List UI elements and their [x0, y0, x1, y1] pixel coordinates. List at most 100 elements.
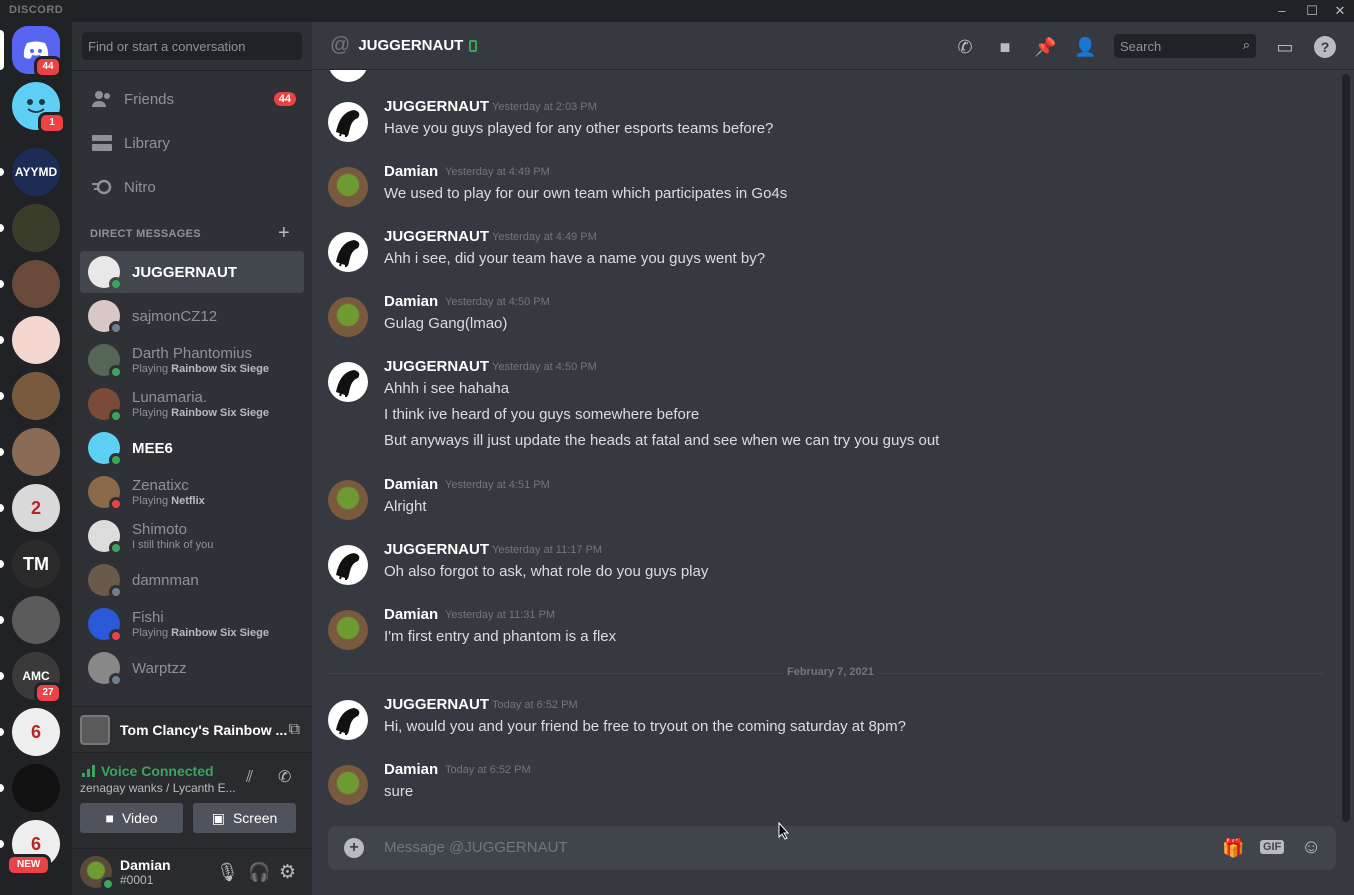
- juggernaut-avatar[interactable]: [328, 362, 368, 402]
- gift-icon[interactable]: 🎁: [1222, 838, 1244, 859]
- juggernaut-avatar[interactable]: [328, 545, 368, 585]
- status-indicator: [109, 365, 123, 379]
- close-button[interactable]: ✕: [1328, 2, 1352, 20]
- microphone-icon[interactable]: 🎙: [216, 862, 239, 883]
- server-unread-pill: [0, 504, 4, 512]
- dm-item[interactable]: Zenatixc Playing Netflix: [80, 471, 304, 513]
- damian-avatar[interactable]: [328, 610, 368, 650]
- dm-avatar: [88, 520, 123, 555]
- minimize-button[interactable]: –: [1270, 2, 1294, 20]
- message-author[interactable]: JUGGERNAUT: [384, 696, 489, 713]
- nav-friends-label: Friends: [124, 90, 175, 108]
- dm-item[interactable]: JUGGERNAUT: [80, 251, 304, 293]
- user-avatar[interactable]: [80, 856, 115, 891]
- search-input[interactable]: Search ⌕: [1114, 34, 1256, 58]
- server-icon-server-8[interactable]: [12, 428, 60, 476]
- dm-item[interactable]: damnman: [80, 559, 304, 601]
- dm-item[interactable]: Lunamaria. Playing Rainbow Six Siege: [80, 383, 304, 425]
- nav-nitro[interactable]: Nitro: [80, 166, 304, 208]
- server-icon-server-7[interactable]: [12, 372, 60, 420]
- server-icon-server-11[interactable]: [12, 596, 60, 644]
- message-author[interactable]: Damian: [384, 761, 438, 778]
- message-author[interactable]: JUGGERNAUT: [384, 541, 489, 558]
- dm-item[interactable]: Fishi Playing Rainbow Six Siege: [80, 603, 304, 645]
- juggernaut-avatar[interactable]: [328, 232, 368, 272]
- server-icon-ayymd[interactable]: AYYMD: [12, 148, 60, 196]
- voice-call-icon[interactable]: ✆: [954, 36, 976, 58]
- server-rail: 44 1 AYYMD 2 TM AMC 27 6 6 NEW: [0, 22, 72, 895]
- settings-gear-icon[interactable]: ⚙: [279, 861, 296, 884]
- create-dm-button[interactable]: +: [278, 222, 290, 245]
- damian-avatar[interactable]: [328, 297, 368, 337]
- message-timestamp: Today at 6:52 PM: [445, 764, 531, 776]
- message-timestamp: Yesterday at 11:31 PM: [445, 609, 556, 621]
- server-unread-pill: [0, 616, 4, 624]
- message-author[interactable]: Damian: [384, 606, 438, 623]
- screen-share-button[interactable]: ▣ Screen: [193, 803, 296, 833]
- status-indicator: [109, 541, 123, 555]
- server-icon-server-9[interactable]: 2: [12, 484, 60, 532]
- user-status: [101, 877, 115, 891]
- server-icon-server-14[interactable]: [12, 764, 60, 812]
- message-group: Damian Yesterday at 4:51 PM Alright: [312, 476, 1332, 532]
- message-author[interactable]: Damian: [384, 476, 438, 493]
- message-author[interactable]: JUGGERNAUT: [384, 228, 489, 245]
- server-icon-r6[interactable]: 6: [12, 708, 60, 756]
- scrollbar[interactable]: [1342, 74, 1350, 822]
- message-author[interactable]: Damian: [384, 163, 438, 180]
- damian-avatar[interactable]: [328, 480, 368, 520]
- gif-button[interactable]: GIF: [1260, 840, 1285, 854]
- dm-avatar: [88, 608, 123, 643]
- message-author[interactable]: Damian: [384, 293, 438, 310]
- juggernaut-avatar[interactable]: [328, 102, 368, 142]
- help-icon[interactable]: ?: [1314, 36, 1336, 58]
- dm-item[interactable]: sajmonCZ12: [80, 295, 304, 337]
- friends-badge: 44: [273, 92, 296, 106]
- damian-avatar[interactable]: [328, 167, 368, 207]
- chat-main: @ JUGGERNAUT ✆ ■ 📌 👤 Search ⌕ ▭ ? JUGGER…: [312, 22, 1354, 895]
- server-icon-server-6[interactable]: [12, 316, 60, 364]
- juggernaut-avatar[interactable]: [328, 700, 368, 740]
- nav-library[interactable]: Library: [80, 122, 304, 164]
- noise-suppression-icon[interactable]: ⫽: [246, 769, 253, 787]
- status-indicator: [109, 673, 123, 687]
- activity-text: I still think of you: [132, 538, 214, 551]
- dm-item[interactable]: Warptzz: [80, 647, 304, 689]
- server-unread-pill: [0, 840, 4, 848]
- message-author[interactable]: JUGGERNAUT: [384, 358, 489, 375]
- upload-plus-icon[interactable]: +: [344, 838, 364, 858]
- nav-friends[interactable]: Friends 44: [80, 78, 304, 120]
- dm-item[interactable]: MEE6: [80, 427, 304, 469]
- inbox-icon[interactable]: ▭: [1274, 36, 1296, 58]
- find-conversation-button[interactable]: Find or start a conversation: [82, 32, 302, 60]
- disconnect-icon[interactable]: ✆: [278, 767, 291, 787]
- nav-library-label: Library: [124, 134, 170, 152]
- message-author[interactable]: JUGGERNAUT: [384, 98, 489, 115]
- server-badge: 27: [34, 682, 62, 704]
- server-label: AYYMD: [14, 165, 58, 179]
- add-friend-icon[interactable]: 👤: [1074, 36, 1096, 58]
- message-group: Damian Today at 6:52 PM sure: [312, 761, 1332, 817]
- dm-item[interactable]: Shimoto I still think of you: [80, 515, 304, 557]
- message-text: We used to play for our own team which p…: [384, 185, 788, 202]
- dm-item[interactable]: Darth Phantomius Playing Rainbow Six Sieg…: [80, 339, 304, 381]
- server-icon-tm[interactable]: TM: [12, 540, 60, 588]
- emoji-icon[interactable]: ☺: [1301, 836, 1321, 859]
- server-icon-server-4[interactable]: [12, 204, 60, 252]
- dm-name: Zenatixc: [132, 476, 189, 494]
- video-button[interactable]: ■ Video: [80, 803, 183, 833]
- stream-game-icon[interactable]: ⧉: [289, 721, 300, 739]
- damian-avatar[interactable]: [328, 765, 368, 805]
- headphones-icon[interactable]: 🎧: [248, 862, 270, 883]
- mouse-cursor: [778, 822, 790, 840]
- server-unread-pill: [0, 784, 4, 792]
- server-icon-server-5[interactable]: [12, 260, 60, 308]
- message-input[interactable]: Message @JUGGERNAUT: [384, 839, 568, 856]
- scrollbar-thumb[interactable]: [1342, 74, 1350, 822]
- nav-nitro-label: Nitro: [124, 178, 156, 196]
- video-call-icon[interactable]: ■: [994, 36, 1016, 58]
- server-unread-pill: [0, 392, 4, 400]
- maximize-button[interactable]: ☐: [1300, 2, 1324, 20]
- pin-icon[interactable]: 📌: [1034, 36, 1056, 58]
- message-group: JUGGERNAUT Yesterday at 4:49 PM Ahh i see,…: [312, 228, 1332, 284]
